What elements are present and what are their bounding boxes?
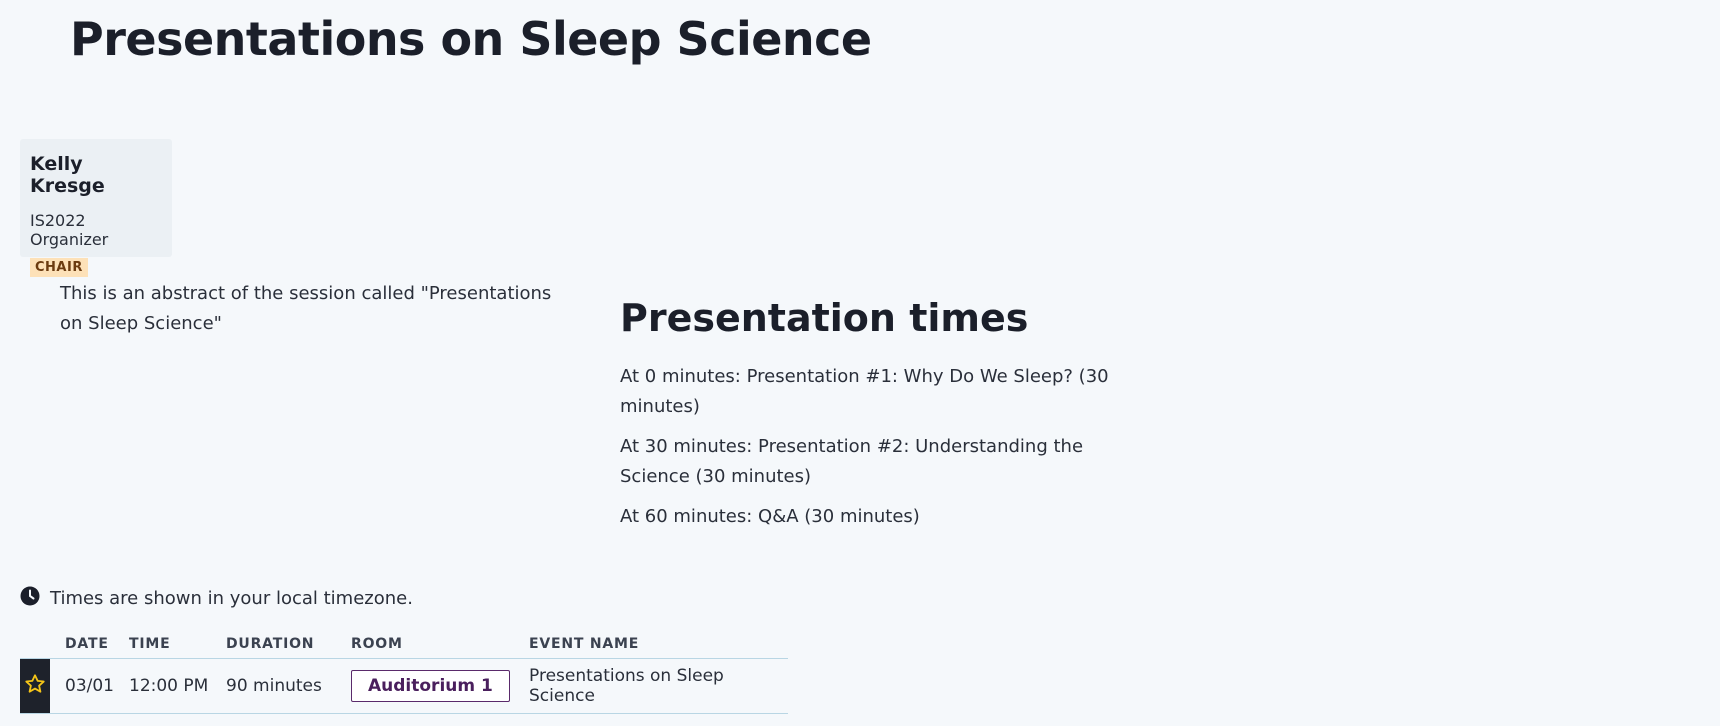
duration-column-header: DURATION — [226, 630, 351, 659]
row-date: 03/01 — [65, 658, 129, 714]
presentation-time-item: At 60 minutes: Q&A (30 minutes) — [620, 506, 920, 527]
room-column-header: ROOM — [351, 630, 529, 659]
schedule-table: DATE TIME DURATION ROOM EVENT NAME 03/01… — [20, 630, 788, 714]
timezone-note: Times are shown in your local timezone. — [20, 586, 413, 611]
favorite-column-header — [20, 630, 65, 659]
presentation-time-item: At 30 minutes: Presentation #2: Understa… — [620, 436, 1084, 487]
presentation-time-item: At 0 minutes: Presentation #1: Why Do We… — [620, 366, 1109, 417]
date-column-header: DATE — [65, 630, 129, 659]
chair-role: IS2022 Organizer — [30, 211, 109, 249]
clock-icon — [20, 586, 50, 611]
table-row: 03/01 12:00 PM 90 minutes Auditorium 1 P… — [20, 658, 788, 714]
page-title: Presentations on Sleep Science — [70, 12, 872, 66]
row-time: 12:00 PM — [129, 658, 226, 714]
event-name-column-header: EVENT NAME — [529, 630, 788, 659]
session-abstract: This is an abstract of the session calle… — [60, 283, 552, 334]
row-event-name[interactable]: Presentations on Sleep Science — [529, 658, 788, 714]
star-outline-icon — [24, 673, 46, 700]
row-duration: 90 minutes — [226, 658, 351, 714]
timezone-note-text: Times are shown in your local timezone. — [50, 588, 413, 609]
favorite-toggle[interactable] — [20, 659, 50, 713]
schedule-header-row: DATE TIME DURATION ROOM EVENT NAME — [20, 630, 788, 659]
presentation-times-list: At 0 minutes: Presentation #1: Why Do We… — [620, 362, 1120, 542]
room-button[interactable]: Auditorium 1 — [351, 670, 510, 702]
time-column-header: TIME — [129, 630, 226, 659]
chair-name: Kelly Kresge — [30, 153, 105, 197]
chair-badge: CHAIR — [30, 258, 88, 277]
chair-card[interactable]: Kelly Kresge IS2022 Organizer CHAIR — [20, 139, 172, 277]
presentation-times-heading: Presentation times — [620, 296, 1029, 340]
